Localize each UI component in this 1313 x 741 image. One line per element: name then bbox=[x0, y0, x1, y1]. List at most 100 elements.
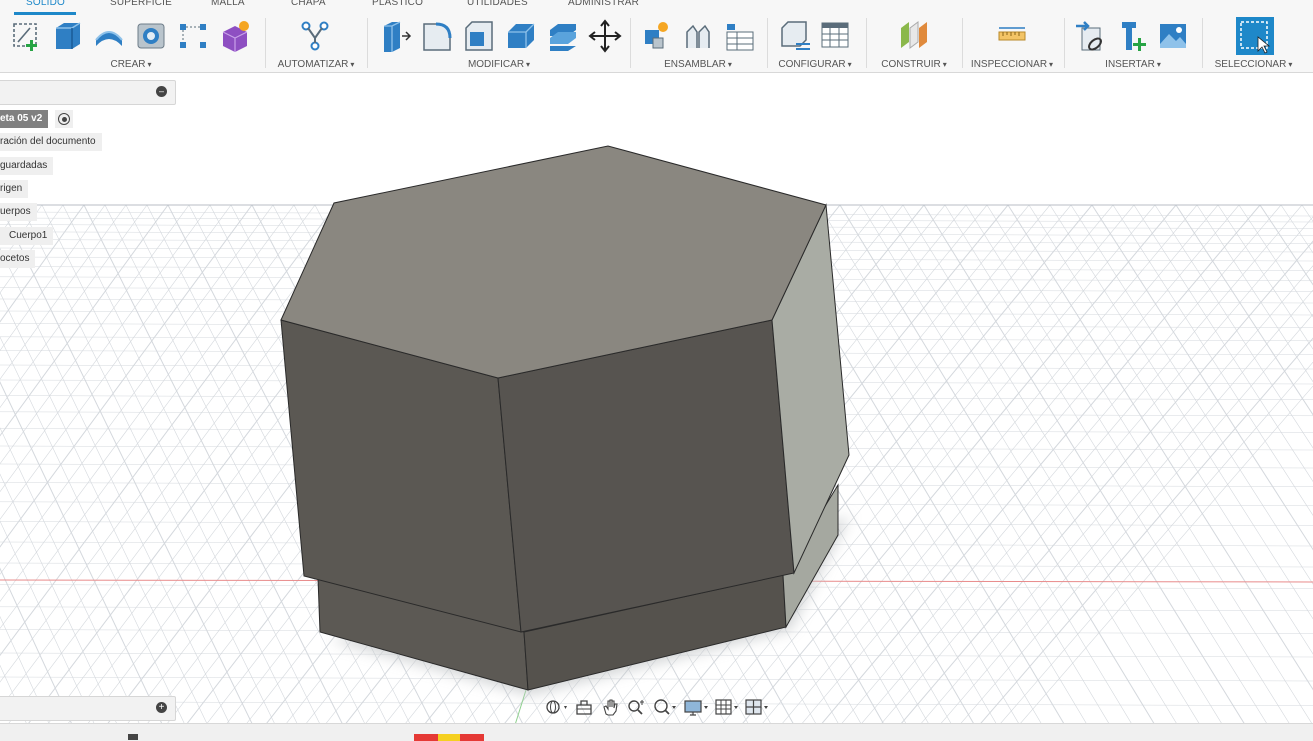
grid-line bbox=[1133, 205, 1313, 483]
create-sketch-icon[interactable] bbox=[10, 18, 44, 54]
browser-item-body1[interactable]: Cuerpo1 bbox=[0, 227, 54, 245]
group-insertar: INSERTAR ▾ bbox=[1068, 14, 1198, 72]
grid-line bbox=[1175, 205, 1313, 416]
browser-item-bodies[interactable]: uerpos bbox=[0, 203, 37, 221]
group-divider bbox=[367, 18, 368, 68]
grid-line bbox=[940, 289, 1313, 723]
revolve-icon[interactable] bbox=[92, 18, 126, 54]
joint-icon[interactable] bbox=[681, 18, 715, 54]
tab-malla[interactable]: MALLA bbox=[211, 0, 245, 8]
grid-line bbox=[821, 205, 1261, 723]
group-divider bbox=[265, 18, 266, 68]
insert-mcmaster-icon[interactable] bbox=[1116, 18, 1150, 54]
group-divider bbox=[630, 18, 631, 68]
collapse-panel-icon[interactable]: – bbox=[156, 86, 167, 97]
grid-line bbox=[1070, 205, 1313, 585]
new-component-icon[interactable] bbox=[639, 18, 673, 54]
shell-icon[interactable] bbox=[504, 18, 538, 54]
grid-line bbox=[797, 205, 1109, 723]
pan-icon[interactable] bbox=[600, 697, 620, 717]
grid-line bbox=[902, 205, 1222, 723]
grid-line bbox=[1280, 205, 1313, 254]
tab-chapa[interactable]: CHAPA bbox=[291, 0, 326, 8]
automate-icon[interactable] bbox=[298, 18, 332, 54]
browser-item-document-settings[interactable]: ración del documento bbox=[0, 133, 102, 151]
navigation-bar bbox=[540, 695, 772, 719]
browser-root-document[interactable]: eta 05 v2 bbox=[0, 110, 49, 128]
group-configurar: CONFIGURAR ▾ bbox=[770, 14, 860, 72]
group-label-insertar[interactable]: INSERTAR ▾ bbox=[1068, 59, 1198, 70]
group-seleccionar: SELECCIONAR ▾ bbox=[1206, 14, 1301, 72]
group-label-automatizar[interactable]: AUTOMATIZAR ▾ bbox=[268, 59, 364, 70]
grid-line bbox=[841, 205, 1282, 723]
insert-canvas-icon[interactable] bbox=[1156, 18, 1190, 54]
expand-panel-icon[interactable]: + bbox=[156, 702, 167, 713]
group-label-configurar[interactable]: CONFIGURAR ▾ bbox=[770, 59, 860, 70]
orbit-icon[interactable] bbox=[544, 697, 570, 717]
assembly-table-icon[interactable] bbox=[723, 18, 757, 54]
group-label-construir[interactable]: CONSTRUIR ▾ bbox=[870, 59, 958, 70]
select-icon[interactable] bbox=[1236, 17, 1274, 55]
tab-plastico[interactable]: PLÁSTICO bbox=[372, 0, 423, 8]
fit-icon[interactable] bbox=[652, 697, 678, 717]
browser-panel-header[interactable]: – bbox=[0, 80, 176, 105]
insert-derive-icon[interactable] bbox=[1074, 18, 1108, 54]
group-inspeccionar: INSPECCIONAR ▾ bbox=[966, 14, 1058, 72]
scene-canvas[interactable] bbox=[0, 73, 1313, 723]
create-form-icon[interactable] bbox=[218, 18, 252, 54]
grid-line bbox=[1259, 205, 1313, 286]
grid-line bbox=[1007, 205, 1313, 691]
grid-line bbox=[986, 205, 1312, 723]
tab-administrar[interactable]: ADMINISTRAR bbox=[568, 0, 639, 8]
group-crear: CREAR ▾ bbox=[0, 14, 262, 72]
group-label-modificar[interactable]: MODIFICAR ▾ bbox=[370, 59, 628, 70]
display-settings-icon[interactable] bbox=[683, 697, 711, 717]
grid-line bbox=[1154, 205, 1313, 449]
group-divider bbox=[962, 18, 963, 68]
measure-icon[interactable] bbox=[995, 18, 1029, 54]
extrude-icon[interactable] bbox=[50, 18, 84, 54]
group-label-seleccionar[interactable]: SELECCIONAR ▾ bbox=[1206, 59, 1301, 70]
zoom-icon[interactable] bbox=[626, 697, 648, 717]
pattern-icon[interactable] bbox=[176, 18, 210, 54]
construct-plane-icon[interactable] bbox=[897, 18, 931, 54]
group-label-inspeccionar[interactable]: INSPECCIONAR ▾ bbox=[966, 59, 1058, 70]
browser-item-sketches[interactable]: ocetos bbox=[0, 250, 36, 268]
grid-line bbox=[861, 205, 1303, 723]
look-at-icon[interactable] bbox=[574, 697, 594, 717]
group-divider bbox=[866, 18, 867, 68]
body-hex-prism bbox=[280, 145, 850, 633]
grid-line bbox=[1049, 205, 1313, 620]
z-axis-line bbox=[515, 689, 527, 723]
tab-utilidades[interactable]: UTILIDADES bbox=[467, 0, 528, 8]
comments-panel-header[interactable]: + bbox=[0, 696, 176, 721]
hole-icon[interactable] bbox=[134, 18, 168, 54]
viewports-icon[interactable] bbox=[744, 697, 772, 717]
tab-solido[interactable]: SÓLIDO bbox=[26, 0, 65, 8]
group-divider bbox=[1064, 18, 1065, 68]
browser-item-origin[interactable]: rigen bbox=[0, 180, 29, 198]
group-modificar: MODIFICAR ▾ bbox=[370, 14, 628, 72]
configuration-table-icon[interactable] bbox=[818, 18, 852, 54]
browser-item-named-views[interactable]: guardadas bbox=[0, 157, 54, 175]
timeline-bar bbox=[0, 723, 1313, 741]
grid-line bbox=[965, 205, 1290, 723]
3d-viewport[interactable] bbox=[0, 73, 1313, 723]
group-label-crear[interactable]: CREAR ▾ bbox=[0, 59, 262, 70]
configure-icon[interactable] bbox=[778, 18, 812, 54]
combine-icon[interactable] bbox=[546, 18, 580, 54]
grid-settings-icon[interactable] bbox=[714, 697, 742, 717]
move-icon[interactable] bbox=[588, 18, 622, 54]
activate-radio-icon[interactable] bbox=[55, 110, 73, 128]
group-construir: CONSTRUIR ▾ bbox=[870, 14, 958, 72]
group-divider bbox=[1202, 18, 1203, 68]
group-automatizar: AUTOMATIZAR ▾ bbox=[268, 14, 364, 72]
press-pull-icon[interactable] bbox=[378, 18, 412, 54]
group-ensamblar: ENSAMBLAR ▾ bbox=[633, 14, 763, 72]
tab-superficie[interactable]: SUPERFICIE bbox=[110, 0, 172, 8]
timeline-marker-icon[interactable] bbox=[128, 734, 138, 740]
grid-line bbox=[1020, 385, 1313, 723]
fillet-icon[interactable] bbox=[420, 18, 454, 54]
group-label-ensamblar[interactable]: ENSAMBLAR ▾ bbox=[633, 59, 763, 70]
chamfer-icon[interactable] bbox=[462, 18, 496, 54]
